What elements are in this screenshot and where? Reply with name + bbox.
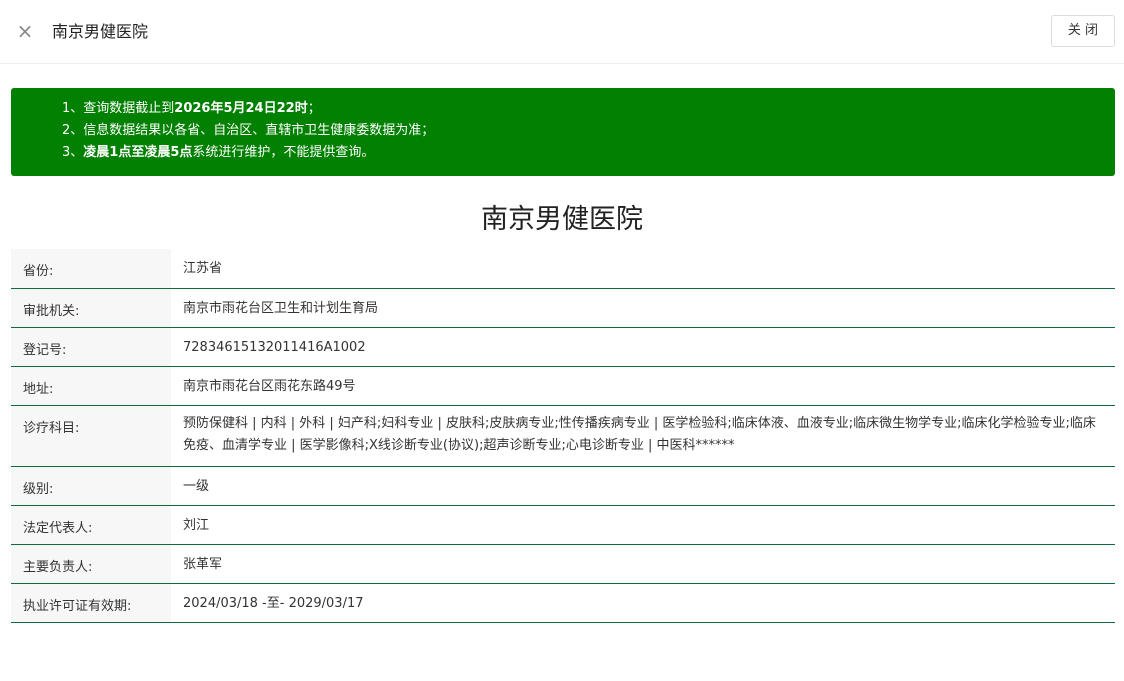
- page-title: 南京男健医院: [481, 204, 643, 235]
- row-label: 法定代表人:: [11, 505, 171, 545]
- row-value: 张革军: [171, 544, 1115, 584]
- notice-text: 3、: [62, 145, 84, 160]
- hospital-info-table: 省份: 江苏省 审批机关: 南京市雨花台区卫生和计划生育局 登记号: 72834…: [11, 249, 1115, 623]
- table-row: 省份: 江苏省: [11, 249, 1115, 289]
- dialog-header: × 南京男健医院 关 闭: [0, 0, 1124, 64]
- row-label: 审批机关:: [11, 288, 171, 328]
- notice-text: 系统进行维护，不能提供查询。: [192, 145, 375, 160]
- table-row: 审批机关: 南京市雨花台区卫生和计划生育局: [11, 288, 1115, 328]
- notice-text: ；: [307, 101, 321, 116]
- row-label: 省份:: [11, 249, 171, 289]
- table-row: 法定代表人: 刘江: [11, 505, 1115, 545]
- notice-line-1: 1、查询数据截止到2026年5月24日22时；: [62, 98, 1115, 120]
- notice-line-2: 2、信息数据结果以各省、自治区、直辖市卫生健康委数据为准；: [62, 123, 435, 138]
- row-value: 72834615132011416A1002: [171, 327, 1115, 367]
- notice-banner: 1、查询数据截止到2026年5月24日22时； 2、信息数据结果以各省、自治区、…: [11, 88, 1115, 176]
- close-button[interactable]: 关 闭: [1051, 15, 1115, 47]
- row-value: 预防保健科 | 内科 | 外科 | 妇产科;妇科专业 | 皮肤科;皮肤病专业;性…: [171, 405, 1115, 467]
- row-value: 南京市雨花台区卫生和计划生育局: [171, 288, 1115, 328]
- row-value: 刘江: [171, 505, 1115, 545]
- row-label: 诊疗科目:: [11, 405, 171, 467]
- table-row: 诊疗科目: 预防保健科 | 内科 | 外科 | 妇产科;妇科专业 | 皮肤科;皮…: [11, 405, 1115, 467]
- row-label: 登记号:: [11, 327, 171, 367]
- row-label: 级别:: [11, 466, 171, 506]
- table-row: 登记号: 72834615132011416A1002: [11, 327, 1115, 367]
- row-label: 主要负责人:: [11, 544, 171, 584]
- row-value: 江苏省: [171, 249, 1115, 289]
- notice-bold-text: 凌晨1点至凌晨5点: [83, 145, 193, 160]
- table-row: 级别: 一级: [11, 466, 1115, 506]
- notice-bold-text: 2026年5月24日22时: [174, 101, 308, 116]
- table-row: 主要负责人: 张革军: [11, 544, 1115, 584]
- notice-text: 1、查询数据截止到: [62, 101, 175, 116]
- row-value: 2024/03/18 -至- 2029/03/17: [171, 583, 1115, 623]
- row-label: 执业许可证有效期:: [11, 583, 171, 623]
- close-icon[interactable]: ×: [14, 20, 36, 42]
- table-row: 地址: 南京市雨花台区雨花东路49号: [11, 366, 1115, 406]
- table-row: 执业许可证有效期: 2024/03/18 -至- 2029/03/17: [11, 583, 1115, 623]
- notice-line-3: 3、凌晨1点至凌晨5点系统进行维护，不能提供查询。: [62, 142, 1115, 164]
- row-label: 地址:: [11, 366, 171, 406]
- row-value: 南京市雨花台区雨花东路49号: [171, 366, 1115, 406]
- row-value: 一级: [171, 466, 1115, 506]
- dialog-title: 南京男健医院: [52, 22, 149, 41]
